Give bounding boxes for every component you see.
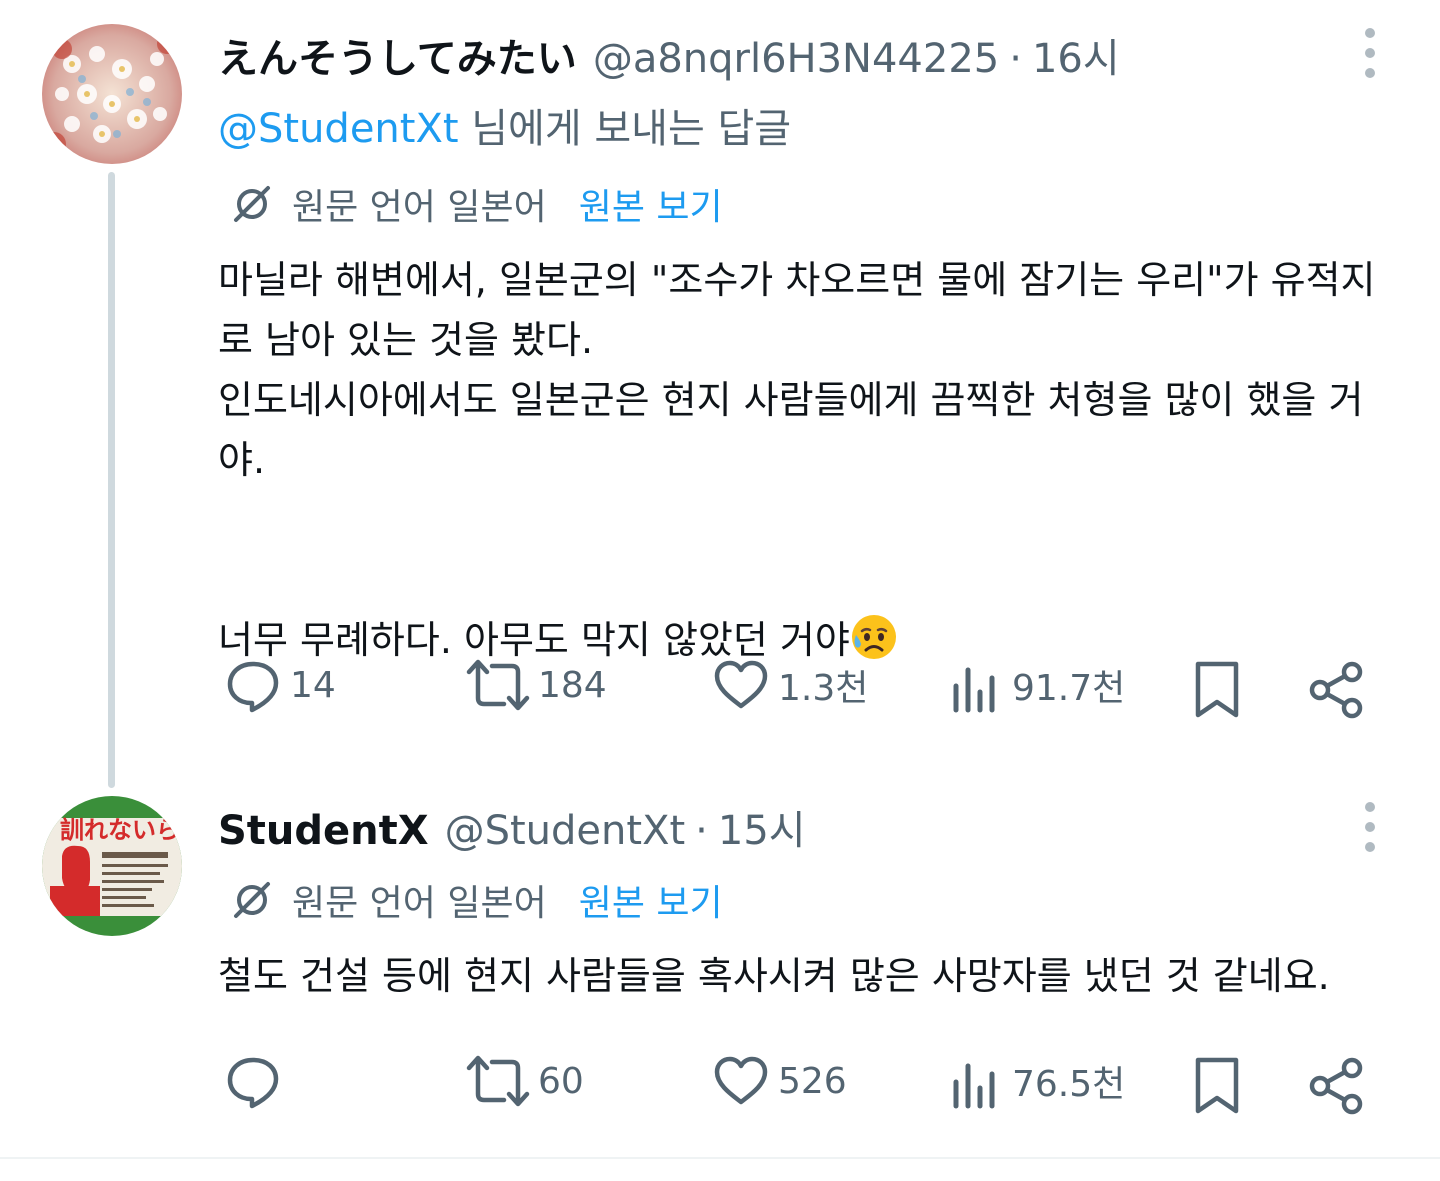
repost-button[interactable]: 184 <box>466 656 607 714</box>
like-count: 1.3천 <box>778 668 869 709</box>
heart-icon <box>714 1056 768 1105</box>
share-icon <box>1309 661 1363 719</box>
share-button[interactable] <box>1306 660 1366 720</box>
avatar-poster-image: 訓れないら <box>42 796 182 936</box>
more-options-icon[interactable] <box>1352 28 1388 78</box>
reply-count: 14 <box>290 664 336 706</box>
avatar[interactable]: 訓れないら <box>42 796 182 936</box>
user-handle[interactable]: @StudentXt <box>445 808 686 854</box>
repost-icon <box>466 659 530 711</box>
svg-text:訓れないら: 訓れないら <box>60 815 180 844</box>
translate-icon <box>234 186 270 222</box>
show-original-link[interactable]: 원본 보기 <box>579 178 723 230</box>
tweet-header: えんそうしてみたい @a8nqrl6H3N44225 · 16시 <box>218 26 1120 84</box>
tweet-2[interactable]: 訓れないら StudentX @StudentXt · 15시 원문 언어 일본… <box>0 790 1440 1157</box>
replying-to: @StudentXt 님에게 보내는 답글 <box>218 96 791 154</box>
avatar-flower-image <box>42 24 182 164</box>
repost-icon <box>466 1055 530 1107</box>
repost-count: 184 <box>538 664 607 706</box>
views-count: 76.5천 <box>1012 1064 1126 1105</box>
display-name[interactable]: StudentX <box>218 808 429 854</box>
reply-button[interactable] <box>224 1052 290 1110</box>
views-count: 91.7천 <box>1012 668 1126 709</box>
heart-icon <box>714 660 768 709</box>
repost-count: 60 <box>538 1060 584 1102</box>
reply-button[interactable]: 14 <box>224 656 336 714</box>
show-original-link[interactable]: 원본 보기 <box>579 874 723 926</box>
tweet-actions: 60 526 76.5천 <box>0 1052 1440 1122</box>
separator-dot: · <box>1009 36 1022 82</box>
tweet-header: StudentX @StudentXt · 15시 <box>218 798 806 856</box>
tweet-actions: 14 184 1.3천 91.7천 <box>0 656 1440 726</box>
like-count: 526 <box>778 1060 847 1102</box>
reply-to-label: 님에게 보내는 답글 <box>458 106 792 152</box>
tweet-text-last-line: 너무 무례하다. 아무도 막지 않았던 거야 <box>218 550 1408 670</box>
views-chart-icon <box>953 667 995 713</box>
bookmark-icon <box>1195 661 1239 718</box>
more-options-icon[interactable] <box>1352 802 1388 852</box>
repost-button[interactable]: 60 <box>466 1052 584 1110</box>
share-icon <box>1309 1057 1363 1115</box>
bookmark-button[interactable] <box>1192 660 1242 720</box>
reply-icon <box>227 661 279 713</box>
bookmark-icon <box>1195 1057 1239 1114</box>
share-button[interactable] <box>1306 1056 1366 1116</box>
reply-mention-link[interactable]: @StudentXt <box>218 106 459 152</box>
views-chart-icon <box>953 1063 995 1109</box>
bookmark-button[interactable] <box>1192 1056 1242 1116</box>
like-button[interactable]: 1.3천 <box>712 656 868 714</box>
avatar[interactable] <box>42 24 182 164</box>
divider <box>0 1157 1440 1159</box>
translation-language-label: 원문 언어 일본어 <box>292 883 547 924</box>
reply-icon <box>227 1057 279 1109</box>
translation-language-label: 원문 언어 일본어 <box>292 187 547 228</box>
sad-face-emoji-icon <box>851 615 896 659</box>
timestamp[interactable]: 16시 <box>1032 26 1120 84</box>
user-handle[interactable]: @a8nqrl6H3N44225 <box>593 36 999 82</box>
tweet-1[interactable]: えんそうしてみたい @a8nqrl6H3N44225 · 16시 @Studen… <box>0 0 1440 790</box>
display-name[interactable]: えんそうしてみたい <box>218 26 577 84</box>
timestamp[interactable]: 15시 <box>718 798 806 856</box>
views-button[interactable]: 76.5천 <box>948 1052 1125 1110</box>
like-button[interactable]: 526 <box>712 1052 847 1110</box>
tweet-text: 마닐라 해변에서, 일본군의 "조수가 차오르면 물에 잠기는 우리"가 유적지… <box>218 258 1376 482</box>
views-button[interactable]: 91.7천 <box>948 656 1125 714</box>
translation-bar: 원문 언어 일본어 원본 보기 <box>230 874 723 926</box>
translate-icon <box>234 882 270 918</box>
separator-dot: · <box>695 808 708 854</box>
tweet-text: 철도 건설 등에 현지 사람들을 혹사시켜 많은 사망자를 냈던 것 같네요. <box>218 954 1330 998</box>
translation-bar: 원문 언어 일본어 원본 보기 <box>230 178 723 230</box>
